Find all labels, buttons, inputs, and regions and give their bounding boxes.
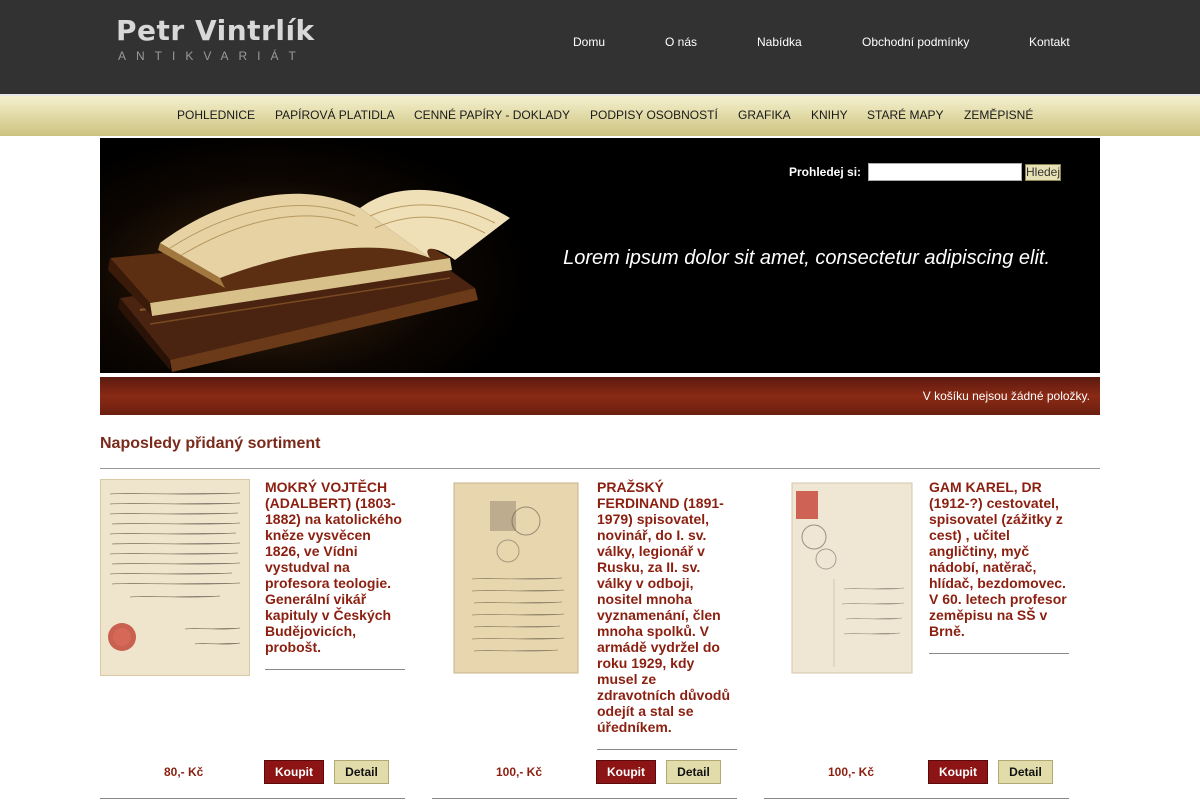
search-input[interactable]: [868, 163, 1022, 181]
detail-button[interactable]: Detail: [998, 760, 1053, 784]
product-image[interactable]: [432, 479, 582, 676]
buy-button[interactable]: Koupit: [596, 760, 656, 784]
nav-kontakt[interactable]: Kontakt: [1029, 35, 1070, 49]
category-zemepisne[interactable]: ZEMĚPISNÉ: [964, 108, 1033, 122]
product-bottom-divider: [432, 798, 737, 799]
category-stare-mapy[interactable]: STARÉ MAPY: [867, 108, 943, 122]
cart-bar: V košíku nejsou žádné položky.: [100, 377, 1100, 415]
detail-button[interactable]: Detail: [666, 760, 721, 784]
category-bar: POHLEDNICE PAPÍROVÁ PLATIDLA CENNÉ PAPÍR…: [0, 94, 1200, 136]
category-grafika[interactable]: GRAFIKA: [738, 108, 791, 122]
product-bottom-divider: [764, 798, 1069, 799]
product-card: MOKRÝ VOJTĚCH (ADALBERT) (1803-1882) na …: [100, 479, 405, 801]
product-price: 80,- Kč: [164, 765, 204, 779]
product-price: 100,- Kč: [828, 765, 875, 779]
product-divider: [597, 749, 737, 750]
product-card: GAM KAREL, DR (1912-?) cestovatel, spiso…: [764, 479, 1069, 801]
category-pohlednice[interactable]: POHLEDNICE: [177, 108, 255, 122]
product-bottom-divider: [100, 798, 405, 799]
books-illustration: [108, 189, 510, 372]
category-podpisy-osobnosti[interactable]: PODPISY OSOBNOSTÍ: [590, 108, 718, 122]
hero-tagline: Lorem ipsum dolor sit amet, consectetur …: [563, 247, 1050, 269]
cart-status[interactable]: V košíku nejsou žádné položky.: [923, 389, 1090, 403]
product-divider: [265, 669, 405, 670]
category-cenne-papiry[interactable]: CENNÉ PAPÍRY - DOKLADY: [414, 108, 570, 122]
nav-obchodni-podminky[interactable]: Obchodní podmínky: [862, 35, 969, 49]
product-price: 100,- Kč: [496, 765, 543, 779]
nav-domu[interactable]: Domu: [573, 35, 605, 49]
product-title[interactable]: PRAŽSKÝ FERDINAND (1891-1979) spisovatel…: [597, 479, 737, 735]
hero-banner: Prohledej si: Hledej Lorem ipsum dolor s…: [100, 138, 1100, 373]
logo-subtitle: ANTIKVARIÁT: [118, 49, 306, 63]
section-divider: [100, 468, 1100, 469]
detail-button[interactable]: Detail: [334, 760, 389, 784]
nav-o-nas[interactable]: O nás: [665, 35, 697, 49]
search-label: Prohledej si:: [789, 165, 862, 179]
product-divider: [929, 653, 1069, 654]
nav-nabidka[interactable]: Nabídka: [757, 35, 802, 49]
category-knihy[interactable]: KNIHY: [811, 108, 848, 122]
product-title[interactable]: GAM KAREL, DR (1912-?) cestovatel, spiso…: [929, 479, 1069, 639]
header: Petr Vintrlík ANTIKVARIÁT Domu O nás Nab…: [0, 0, 1200, 94]
product-title[interactable]: MOKRÝ VOJTĚCH (ADALBERT) (1803-1882) na …: [265, 479, 405, 655]
top-navigation: Domu O nás Nabídka Obchodní podmínky Kon…: [0, 35, 1200, 51]
category-papirova-platidla[interactable]: PAPÍROVÁ PLATIDLA: [275, 108, 395, 122]
product-image[interactable]: [100, 479, 250, 676]
product-image[interactable]: [764, 479, 914, 676]
buy-button[interactable]: Koupit: [928, 760, 988, 784]
search-button[interactable]: Hledej: [1025, 164, 1061, 181]
buy-button[interactable]: Koupit: [264, 760, 324, 784]
product-card: PRAŽSKÝ FERDINAND (1891-1979) spisovatel…: [432, 479, 737, 801]
section-title: Naposledy přidaný sortiment: [100, 435, 321, 452]
